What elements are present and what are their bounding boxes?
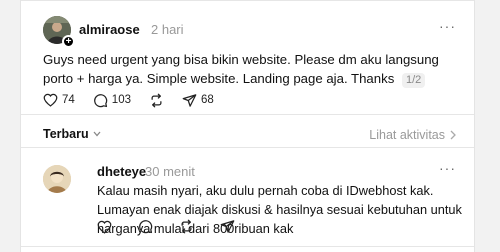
activity-label: Lihat aktivitas xyxy=(369,128,445,142)
post-time: 2 hari xyxy=(151,22,184,37)
thread-card: + almiraose 2 hari ··· Guys need urgent … xyxy=(20,0,475,252)
reply-share-button[interactable] xyxy=(220,219,235,234)
repost-icon xyxy=(149,93,164,108)
post-body: Guys need urgent yang bisa bikin website… xyxy=(43,52,439,86)
heart-icon xyxy=(43,93,58,107)
chevron-right-icon xyxy=(450,127,456,143)
reply-username[interactable]: dheteye xyxy=(97,164,146,179)
divider xyxy=(21,147,474,148)
sort-dropdown[interactable]: Terbaru xyxy=(43,127,101,141)
reply-count: 103 xyxy=(111,94,131,106)
reply-time: 30 menit xyxy=(145,164,195,179)
repost-icon xyxy=(179,219,194,234)
comment-icon xyxy=(138,219,153,234)
reply-actions xyxy=(97,219,261,234)
more-icon[interactable]: ··· xyxy=(439,160,456,176)
view-activity-link[interactable]: Lihat aktivitas xyxy=(369,127,456,143)
post-username[interactable]: almiraose xyxy=(79,22,140,37)
reply-like-button[interactable] xyxy=(97,220,112,234)
repost-button[interactable] xyxy=(149,93,164,108)
chevron-down-icon xyxy=(93,129,101,139)
reply-button[interactable]: 103 xyxy=(93,93,131,108)
post-actions: 74 103 68 xyxy=(43,91,232,109)
divider xyxy=(21,114,474,115)
post-text: Guys need urgent yang bisa bikin website… xyxy=(43,50,468,88)
post-avatar[interactable]: + xyxy=(43,16,75,48)
page-indicator[interactable]: 1/2 xyxy=(401,73,426,88)
send-icon xyxy=(220,219,235,234)
like-count: 74 xyxy=(62,94,75,106)
reply-avatar[interactable] xyxy=(43,165,71,193)
sort-label: Terbaru xyxy=(43,127,89,141)
reply-comment-button[interactable] xyxy=(138,219,153,234)
share-button[interactable]: 68 xyxy=(182,93,214,108)
send-icon xyxy=(182,93,197,108)
top-border xyxy=(21,0,474,1)
reply-repost-button[interactable] xyxy=(179,219,194,234)
divider xyxy=(21,246,474,247)
like-button[interactable]: 74 xyxy=(43,93,75,107)
heart-icon xyxy=(97,220,112,234)
comment-icon xyxy=(93,93,108,108)
share-count: 68 xyxy=(200,94,214,106)
follow-plus-icon[interactable]: + xyxy=(62,35,75,48)
more-icon[interactable]: ··· xyxy=(439,18,456,34)
